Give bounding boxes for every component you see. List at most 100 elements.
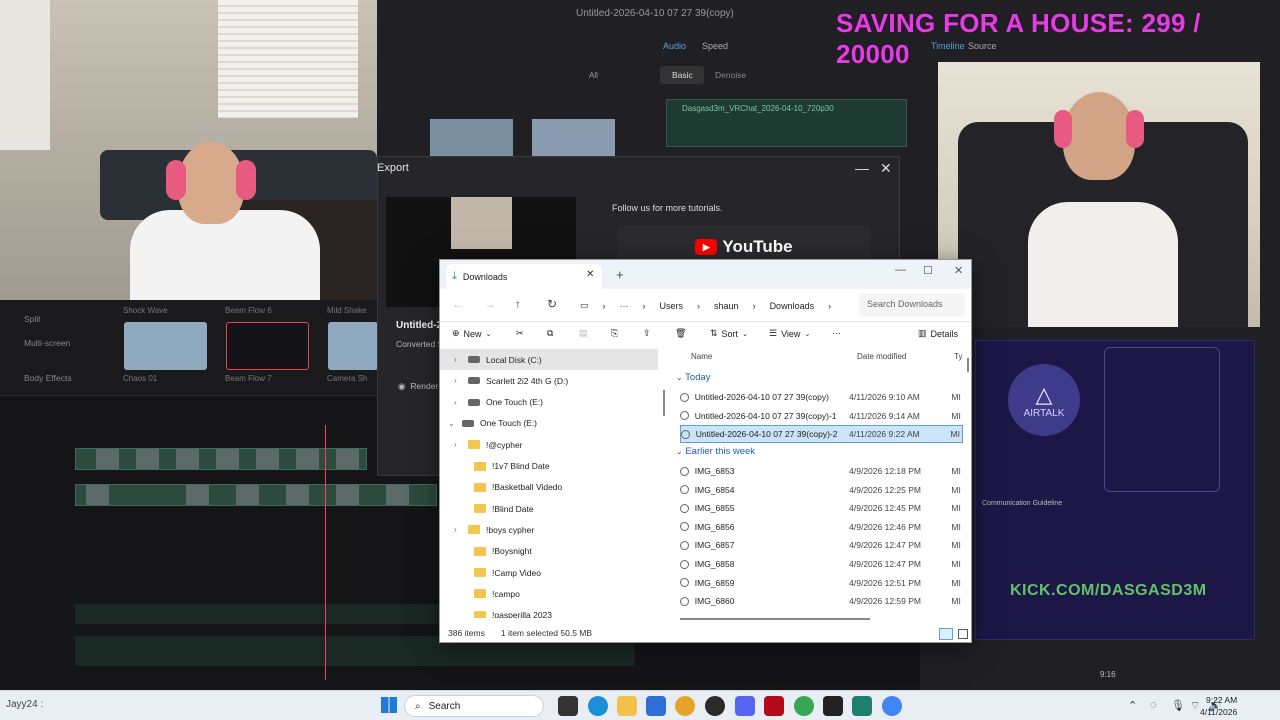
column-date[interactable]: Date modified	[857, 352, 906, 361]
up-icon[interactable]: ↑	[515, 297, 521, 311]
tree-item[interactable]: !Blind Date	[440, 498, 658, 519]
share-button[interactable]: ⇪	[643, 328, 651, 339]
file-row[interactable]: IMG_6859 4/9/2026 12:51 PM MI	[680, 574, 963, 592]
taskbar-search[interactable]: ⌕ Search	[404, 695, 544, 717]
epic-games-icon[interactable]	[823, 696, 843, 716]
video-track-clip[interactable]	[75, 448, 367, 470]
media-thumb[interactable]	[532, 119, 615, 157]
tree-item[interactable]: › Scarlett 2i2 4th G (D:)	[440, 370, 658, 391]
tree-item[interactable]: !1v7 Blind Date	[440, 456, 658, 477]
tab-downloads[interactable]: ⤓ Downloads	[446, 264, 602, 289]
tree-item[interactable]: !Boysnight	[440, 541, 658, 562]
forward-icon[interactable]: →	[484, 297, 496, 311]
group-earlier[interactable]: ⌄ Earlier this week	[676, 446, 755, 457]
close-icon[interactable]: ✕	[880, 160, 892, 177]
tree-item[interactable]: › !boys cypher	[440, 519, 658, 540]
network-icon[interactable]: ◌	[1150, 699, 1157, 711]
chevron-right-icon[interactable]: ›	[454, 525, 462, 534]
file-row[interactable]: Untitled-2026-04-10 07 27 39(copy)-1 4/11…	[680, 407, 963, 425]
chrome-alt-icon[interactable]	[794, 696, 814, 716]
ellipsis-icon[interactable]: ···	[620, 301, 629, 311]
effects-item-body[interactable]: Body Effects	[24, 373, 72, 383]
back-icon[interactable]: ←	[452, 297, 464, 311]
task-view-icon[interactable]	[558, 696, 578, 716]
rename-button[interactable]: ⎘	[611, 328, 618, 339]
column-name[interactable]: Name	[691, 352, 712, 361]
breadcrumb-users[interactable]: Users	[660, 301, 684, 311]
file-row[interactable]: IMG_6853 4/9/2026 12:18 PM MI	[680, 462, 963, 480]
effects-item-split[interactable]: Split	[24, 314, 41, 324]
details-button[interactable]: ▥ Details	[918, 328, 958, 339]
subtab-denoise[interactable]: Denoise	[715, 70, 746, 80]
cut-button[interactable]: ✂	[516, 328, 524, 339]
chevron-right-icon[interactable]: ›	[454, 440, 462, 449]
subtab-basic[interactable]: Basic	[660, 66, 704, 84]
chevron-right-icon[interactable]: ›	[454, 355, 462, 364]
delete-button[interactable]: 🗑	[675, 328, 686, 339]
effect-thumb[interactable]	[226, 322, 309, 370]
wifi-icon[interactable]: ⌔	[1190, 699, 1200, 713]
breadcrumb-downloads[interactable]: Downloads	[770, 301, 815, 311]
minimize-icon[interactable]: —	[895, 264, 906, 276]
file-row[interactable]: IMG_6858 4/9/2026 12:47 PM MI	[680, 555, 963, 573]
nav-pane-scrollbar[interactable]	[663, 390, 665, 416]
file-explorer-icon[interactable]	[617, 696, 637, 716]
chevron-right-icon[interactable]: ›	[454, 398, 462, 407]
tree-item[interactable]: !Camp Video	[440, 562, 658, 583]
new-button[interactable]: ⊕ New ⌄	[452, 328, 491, 339]
store-icon[interactable]	[646, 696, 666, 716]
copy-button[interactable]: ⧉	[547, 328, 553, 339]
media-thumb[interactable]	[430, 119, 513, 157]
group-today[interactable]: ⌄ Today	[676, 372, 711, 383]
tree-item[interactable]: › One Touch (E:)	[440, 392, 658, 413]
effect-thumb[interactable]	[328, 322, 378, 370]
details-view-icon[interactable]	[939, 628, 953, 640]
file-row[interactable]: Untitled-2026-04-10 07 27 39(copy) 4/11/2…	[680, 388, 963, 406]
chrome-profile-icon[interactable]	[882, 696, 902, 716]
breadcrumb[interactable]: ▭ › ··· › Users › shaun › Downloads ›	[580, 289, 831, 322]
tree-item[interactable]: › !@cypher	[440, 434, 658, 455]
tree-item[interactable]: !campo	[440, 583, 658, 604]
tree-item[interactable]: !Basketball Videdo	[440, 477, 658, 498]
tiles-view-icon[interactable]	[958, 629, 968, 639]
horizontal-scrollbar[interactable]	[680, 618, 870, 620]
close-icon[interactable]: ✕	[954, 264, 963, 277]
chrome-icon[interactable]	[675, 696, 695, 716]
all-filter[interactable]: All	[589, 71, 598, 80]
maximize-icon[interactable]: ☐	[923, 264, 933, 277]
obs-icon[interactable]	[705, 696, 725, 716]
clock[interactable]: 9:22 AM 4/11/2026	[1200, 694, 1237, 718]
windows-start-icon[interactable]	[381, 697, 397, 713]
tab-audio[interactable]: Audio	[663, 41, 686, 51]
file-row[interactable]: IMG_6855 4/9/2026 12:45 PM MI	[680, 499, 963, 517]
search-input[interactable]: Search Downloads	[859, 293, 965, 317]
effect-thumb[interactable]	[124, 322, 207, 370]
discord-icon[interactable]	[735, 696, 755, 716]
chevron-right-icon[interactable]: ›	[454, 376, 462, 385]
new-tab-icon[interactable]: +	[616, 267, 624, 282]
microphone-icon[interactable]: 🎙	[1171, 699, 1185, 712]
playhead[interactable]	[325, 425, 326, 680]
adobe-icon[interactable]	[764, 696, 784, 716]
refresh-icon[interactable]: ↻	[547, 297, 557, 311]
file-row[interactable]: IMG_6857 4/9/2026 12:47 PM MI	[680, 536, 963, 554]
edge-icon[interactable]	[588, 696, 608, 716]
file-row[interactable]: IMG_6854 4/9/2026 12:25 PM MI	[680, 481, 963, 499]
render-button[interactable]: ◉ Render	[398, 381, 438, 392]
tree-item[interactable]: › Local Disk (C:)	[440, 349, 658, 370]
chevron-down-icon[interactable]: ⌄	[448, 419, 456, 428]
file-row[interactable]: IMG_6856 4/9/2026 12:46 PM MI	[680, 518, 963, 536]
video-track-clip[interactable]	[75, 484, 437, 506]
tab-close-icon[interactable]: ✕	[586, 269, 594, 280]
tree-item[interactable]: ⌄ One Touch (E:)	[440, 413, 658, 434]
column-type[interactable]: Ty	[954, 352, 962, 361]
tab-speed[interactable]: Speed	[702, 41, 728, 51]
paste-button[interactable]: ▤	[579, 328, 588, 339]
minimize-icon[interactable]: —	[855, 160, 869, 176]
chevron-up-icon[interactable]: ⌃	[1128, 699, 1137, 712]
view-button[interactable]: ☰ View ⌄	[769, 328, 810, 339]
tree-item[interactable]: !gasperilla 2023	[440, 605, 658, 618]
file-row[interactable]: IMG_6860 4/9/2026 12:59 PM MI	[680, 592, 963, 610]
file-list-scrollbar[interactable]	[967, 358, 969, 372]
terminal-icon[interactable]	[852, 696, 872, 716]
